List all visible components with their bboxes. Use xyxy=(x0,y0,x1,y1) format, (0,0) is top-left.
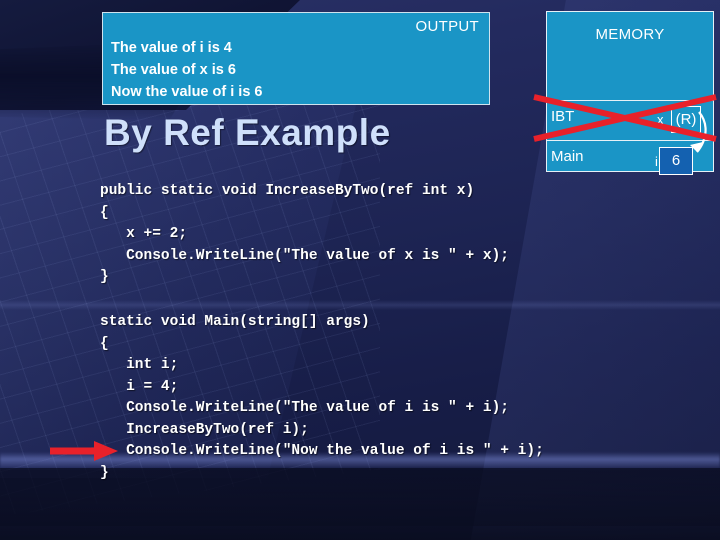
memory-value-cell-x: (R) xyxy=(671,106,701,133)
memory-panel-title: MEMORY xyxy=(595,26,665,43)
memory-frame-label-ibt: IBT xyxy=(551,108,575,125)
memory-frame-label-main: Main xyxy=(551,148,584,165)
presentation-slide: OUTPUT The value of i is 4 The value of … xyxy=(0,0,720,540)
memory-value-cell-i: 6 xyxy=(659,147,693,175)
output-line: Now the value of i is 6 xyxy=(111,84,263,100)
memory-divider xyxy=(547,140,713,141)
code-block-increase-by-two: public static void IncreaseByTwo(ref int… xyxy=(100,183,509,285)
output-panel-title: OUTPUT xyxy=(415,18,479,35)
output-console-lines: The value of i is 4 The value of x is 6 … xyxy=(111,37,262,103)
code-block-main: static void Main(string[] args) { int i;… xyxy=(100,314,544,481)
memory-variable-name-x: x xyxy=(657,112,664,127)
output-line: The value of i is 4 xyxy=(111,40,232,56)
output-console-panel: OUTPUT The value of i is 4 The value of … xyxy=(102,12,490,105)
memory-divider xyxy=(547,100,713,101)
background-band-middle xyxy=(0,300,720,310)
memory-variable-name-i: i xyxy=(655,154,658,169)
memory-diagram-panel: MEMORY IBT x (R) Main i 6 xyxy=(546,11,714,175)
page-title: By Ref Example xyxy=(104,112,391,153)
output-line: The value of x is 6 xyxy=(111,62,236,78)
